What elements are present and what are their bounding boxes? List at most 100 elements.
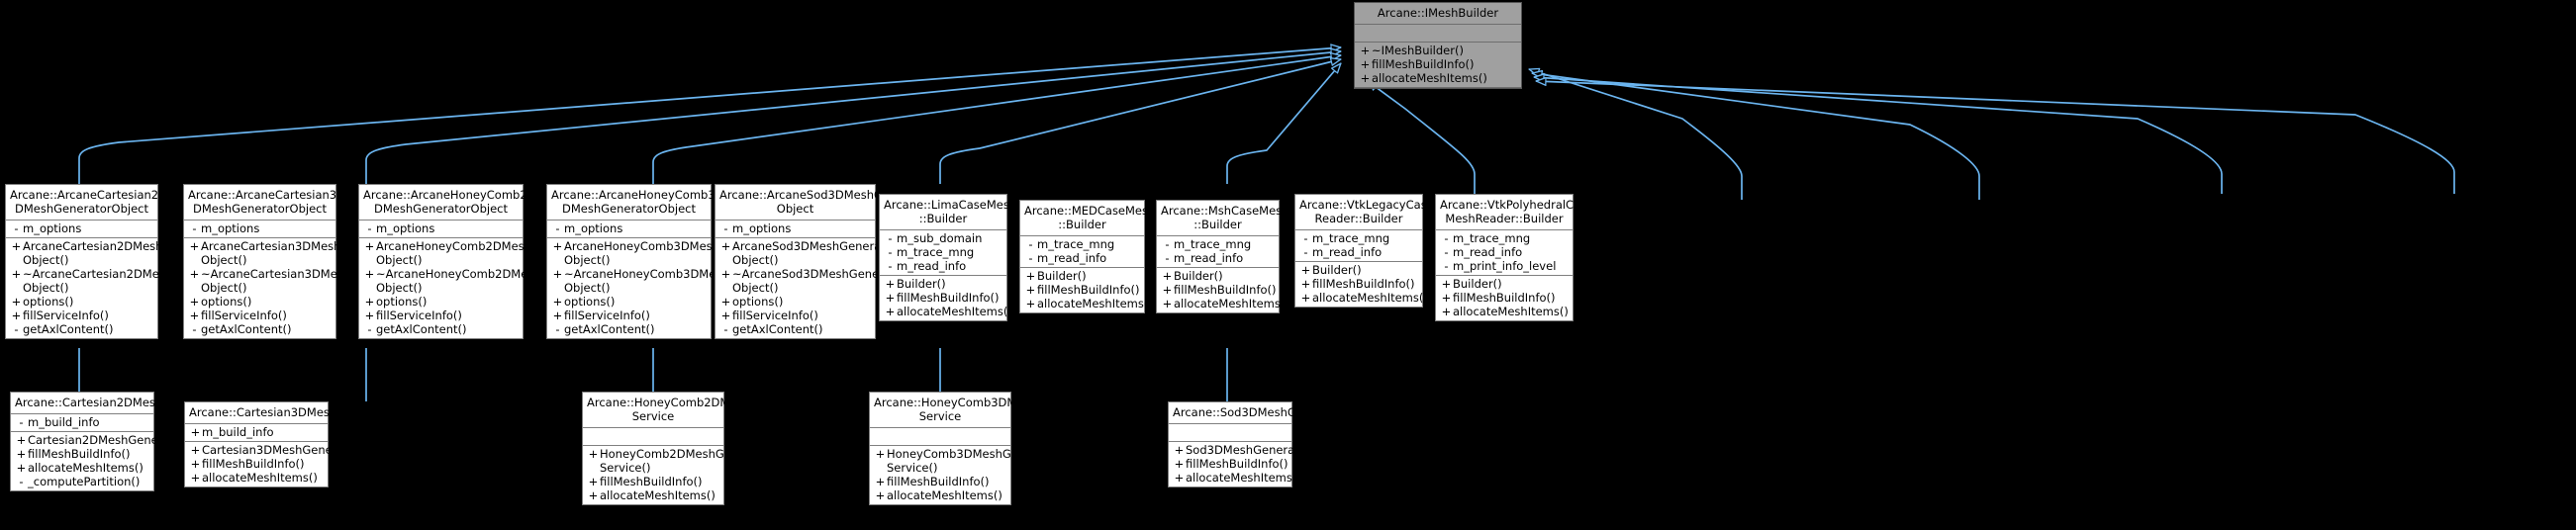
class-title: Arcane::Cartesian2DMeshGenerator xyxy=(11,393,221,415)
attributes-section: - m_trace_mng - m_read_info xyxy=(1157,236,1279,269)
class-title: Arcane::HoneyComb3DMeshGenerator Service xyxy=(870,393,1095,429)
attributes-section: + m_build_info xyxy=(185,424,328,443)
visibility-marker: - xyxy=(1444,259,1449,274)
class-node-imeshbuilder[interactable]: Arcane::IMeshBuilder + ~IMeshBuilder() +… xyxy=(1354,2,1522,90)
visibility-marker: + xyxy=(189,295,200,309)
member-name: options() xyxy=(732,295,784,309)
visibility-marker: - xyxy=(555,322,560,337)
member-name: m_sub_domain xyxy=(897,231,983,246)
member-row: + ArcaneCartesian2DMeshGenerator Object() xyxy=(6,239,221,267)
class-node-cartesian3dmeshgenerator[interactable]: Arcane::Cartesian3DMeshGenerator + m_buil… xyxy=(184,401,395,488)
member-name: allocateMeshItems() xyxy=(1372,71,1487,86)
member-name: ~IMeshBuilder() xyxy=(1372,44,1464,58)
class-node-arcanehoneycomb3dmeshgeneratorobject[interactable]: Arcane::ArcaneHoneyComb3 DMeshGeneratorO… xyxy=(546,184,787,340)
member-name: allocateMeshItems() xyxy=(887,488,1002,503)
member-name: m_print_info_level xyxy=(1453,259,1557,274)
visibility-marker: - xyxy=(1303,245,1308,260)
member-row: + ArcaneCartesian3DMeshGenerator Object() xyxy=(184,239,399,267)
member-row: - getAxlContent() xyxy=(716,322,875,336)
member-name: _computePartition() xyxy=(28,475,141,489)
class-node-mshcasemeshreader-builder[interactable]: Arcane::MshCaseMeshReader ::Builder - m_t… xyxy=(1156,200,1329,314)
member-name: HoneyComb3DMeshGenerator Service() xyxy=(887,447,1061,476)
visibility-marker: - xyxy=(723,221,728,236)
class-node-arcanesod3dmeshgeneratorobject[interactable]: Arcane::ArcaneSod3DMeshGenerator Object … xyxy=(715,184,931,340)
member-name: allocateMeshItems() xyxy=(1312,291,1428,306)
visibility-marker: - xyxy=(1444,245,1449,260)
member-name: m_trace_mng xyxy=(1037,237,1115,252)
class-node-limacasemeshreader-builder[interactable]: Arcane::LimaCaseMeshReader ::Builder - m_… xyxy=(879,194,1057,322)
class-title: Arcane::ArcaneHoneyComb2 DMeshGeneratorO… xyxy=(359,185,527,221)
visibility-marker: + xyxy=(720,309,731,323)
member-row: + Builder() xyxy=(1295,263,1422,277)
member-name: fillMeshBuildInfo() xyxy=(887,475,990,489)
attributes-section xyxy=(583,428,723,447)
member-name: Builder() xyxy=(1174,269,1223,284)
visibility-marker: + xyxy=(588,447,599,462)
visibility-marker: + xyxy=(1441,291,1452,306)
visibility-marker: + xyxy=(1360,57,1371,72)
class-node-cartesian2dmeshgenerator[interactable]: Arcane::Cartesian2DMeshGenerator - m_buil… xyxy=(10,392,221,492)
member-name: fillServiceInfo() xyxy=(201,309,287,323)
class-node-honeycomb2dmeshgeneratorservice[interactable]: Arcane::HoneyComb2DMeshGenerator Service… xyxy=(582,392,808,506)
member-name: options() xyxy=(376,295,428,309)
member-name: options() xyxy=(23,295,74,309)
member-row: - m_options xyxy=(359,221,523,235)
member-name: HoneyComb2DMeshGenerator Service() xyxy=(600,447,774,476)
class-node-arcanecartesian3dmeshgeneratorobject[interactable]: Arcane::ArcaneCartesian3 DMeshGeneratorO… xyxy=(183,184,408,340)
class-title: Arcane::ArcaneSod3DMeshGenerator Object xyxy=(716,185,931,221)
member-row: + fillMeshBuildInfo() xyxy=(1169,457,1291,471)
visibility-marker: - xyxy=(14,322,19,337)
class-node-vtklegacycasemeshreader-builder[interactable]: Arcane::VtkLegacyCaseMesh Reader::Builde… xyxy=(1294,194,1464,309)
member-name: allocateMeshItems() xyxy=(1037,297,1153,311)
attributes-section xyxy=(1169,424,1291,443)
member-name: Cartesian2DMeshGenerator() xyxy=(28,433,195,448)
member-row: + options() xyxy=(184,295,335,309)
member-name: Sod3DMeshGenerator() xyxy=(1186,443,1320,458)
operations-section: + Builder() + fillMeshBuildInfo() + allocat… xyxy=(880,276,1012,320)
member-row: + allocateMeshItems() xyxy=(870,488,1010,502)
member-row: - m_options xyxy=(547,221,711,235)
visibility-marker: + xyxy=(1441,305,1452,319)
visibility-marker: - xyxy=(1303,231,1308,246)
member-row: - m_trace_mng xyxy=(1295,231,1422,245)
member-name: m_read_info xyxy=(1037,251,1107,266)
visibility-marker: + xyxy=(364,309,375,323)
visibility-marker: + xyxy=(364,295,375,309)
class-node-vtkpolyhedralcasemeshreader-builder[interactable]: Arcane::VtkPolyhedralCase MeshReader::Bu… xyxy=(1435,194,1593,322)
visibility-marker: - xyxy=(367,221,372,236)
visibility-marker: + xyxy=(885,277,896,292)
operations-section: + Cartesian3DMeshGenerator() + fillMeshBui… xyxy=(185,442,369,486)
class-node-arcanehoneycomb2dmeshgeneratorobject[interactable]: Arcane::ArcaneHoneyComb2 DMeshGeneratorO… xyxy=(358,184,599,340)
member-name: getAxlContent() xyxy=(732,322,823,337)
member-row: - getAxlContent() xyxy=(184,322,335,336)
member-row: + HoneyComb3DMeshGenerator Service() xyxy=(870,447,1061,475)
class-node-medcasemeshreader-builder[interactable]: Arcane::MEDCaseMeshReader ::Builder - m_t… xyxy=(1019,200,1195,314)
visibility-marker: + xyxy=(552,239,563,254)
visibility-marker: + xyxy=(588,488,599,503)
member-name: fillMeshBuildInfo() xyxy=(1372,57,1475,72)
visibility-marker: - xyxy=(19,415,24,430)
operations-section: + Sod3DMeshGenerator() + fillMeshBuildInfo… xyxy=(1169,442,1320,486)
visibility-marker: + xyxy=(552,267,563,282)
member-row: + ~ArcaneSod3DMeshGenerator Object() xyxy=(716,267,907,295)
member-row: + options() xyxy=(547,295,711,309)
member-row: + allocateMeshItems() xyxy=(11,461,153,475)
operations-section: + ~IMeshBuilder() + fillMeshBuildInfo() … xyxy=(1355,43,1521,89)
class-node-honeycomb3dmeshgeneratorservice[interactable]: Arcane::HoneyComb3DMeshGenerator Service… xyxy=(869,392,1095,506)
operations-section: + Builder() + fillMeshBuildInfo() + allocat… xyxy=(1295,262,1428,307)
member-row: + fillMeshBuildInfo() xyxy=(1436,291,1573,305)
member-name: Builder() xyxy=(1453,277,1502,292)
visibility-marker: + xyxy=(189,239,200,254)
member-row: + allocateMeshItems() xyxy=(1169,471,1301,485)
visibility-marker: + xyxy=(11,267,22,282)
member-row: + allocateMeshItems() xyxy=(1157,297,1289,310)
member-name: allocateMeshItems() xyxy=(28,461,143,476)
visibility-marker: + xyxy=(885,305,896,319)
class-node-arcanecartesian2dmeshgeneratorobject[interactable]: Arcane::ArcaneCartesian2 DMeshGeneratorO… xyxy=(5,184,230,340)
member-name: Cartesian3DMeshGenerator() xyxy=(202,443,369,458)
class-node-sod3dmeshgenerator[interactable]: Arcane::Sod3DMeshGenerator + Sod3DMeshGen… xyxy=(1168,401,1345,488)
visibility-marker: - xyxy=(192,221,197,236)
visibility-marker: + xyxy=(1300,277,1311,292)
attributes-section: - m_sub_domain - m_trace_mng - m_read_info xyxy=(880,230,1006,277)
operations-section: + HoneyComb3DMeshGenerator Service() + fil… xyxy=(870,446,1061,504)
